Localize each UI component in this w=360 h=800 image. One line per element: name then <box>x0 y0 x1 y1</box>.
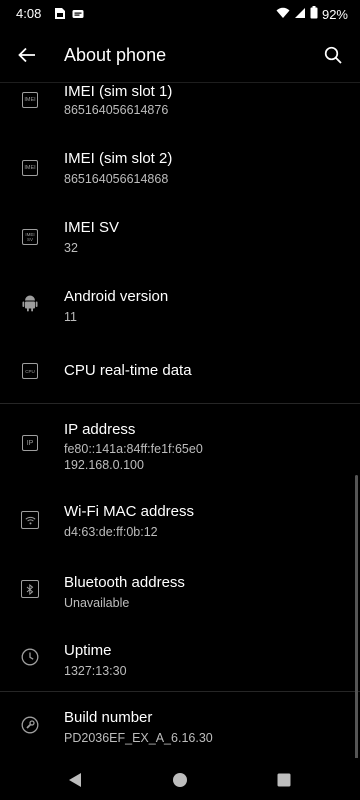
battery-percent: 92% <box>321 6 348 22</box>
nav-recents-button[interactable] <box>274 770 294 790</box>
item-title: Bluetooth address <box>64 574 185 591</box>
nav-back-icon <box>69 773 81 787</box>
item-value: 32 <box>64 241 78 255</box>
item-value: Unavailable <box>64 596 130 610</box>
list-item-wifi-mac-address[interactable]: Wi-Fi MAC address d4:63:de:ff:0b:12 <box>0 490 360 560</box>
list-item-build-number[interactable]: Build number PD2036EF_EX_A_6.16.30 <box>0 692 360 758</box>
list-item-android-version[interactable]: Android version 11 <box>0 273 360 342</box>
back-button[interactable] <box>12 40 42 70</box>
bluetooth-icon <box>21 580 39 598</box>
item-title: Uptime <box>64 642 112 659</box>
search-button[interactable] <box>318 40 348 70</box>
imei-icon: IMEI <box>21 159 39 177</box>
back-arrow-icon <box>18 47 35 63</box>
app-bar: About phone <box>0 28 360 83</box>
sim-icon <box>54 7 66 25</box>
list-item-imei-sv[interactable]: IMEI SV IMEI SV 32 <box>0 204 360 273</box>
cpu-icon: CPU <box>21 362 39 380</box>
status-time: 4:08 <box>16 6 42 21</box>
page-title: About phone <box>64 45 167 65</box>
imei-icon: IMEI <box>21 91 39 109</box>
signal-icon <box>294 7 306 22</box>
item-value: d4:63:de:ff:0b:12 <box>64 525 158 539</box>
item-value: 865164056614876 <box>64 103 169 117</box>
nav-back-button[interactable] <box>65 770 85 790</box>
imei-sv-icon: IMEI SV <box>21 228 39 246</box>
list-item-ip-address[interactable]: IP IP address fe80::141a:84ff:fe1f:65e0 … <box>0 404 360 490</box>
list-item-imei-slot-1[interactable]: IMEI IMEI (sim slot 1) 865164056614876 <box>0 82 360 134</box>
item-title: Wi-Fi MAC address <box>64 503 195 520</box>
list-item-imei-slot-2[interactable]: IMEI IMEI (sim slot 2) 865164056614868 <box>0 134 360 204</box>
item-title: IP address <box>64 421 136 438</box>
navigation-bar <box>0 758 360 800</box>
nav-home-button[interactable] <box>170 770 190 790</box>
item-value: 11 <box>64 310 77 324</box>
item-title: CPU real-time data <box>64 362 192 379</box>
wifi-icon <box>276 7 290 22</box>
item-title: IMEI (sim slot 2) <box>64 150 173 167</box>
item-title: Build number <box>64 709 153 726</box>
scrollbar[interactable] <box>355 475 358 760</box>
android-icon <box>21 294 39 312</box>
nav-home-icon <box>173 773 187 787</box>
item-value: 1327:13:30 <box>64 664 127 678</box>
status-bar: 4:08 92% <box>0 0 360 28</box>
item-title: IMEI SV <box>64 219 120 236</box>
list-item-uptime[interactable]: Uptime 1327:13:30 <box>0 629 360 691</box>
battery-icon <box>310 6 318 22</box>
wifi-icon <box>21 511 39 529</box>
clock-icon <box>21 648 39 666</box>
nav-recents-icon <box>277 773 291 787</box>
about-phone-list: IMEI IMEI (sim slot 1) 865164056614876 I… <box>0 82 360 758</box>
item-value-ipv4: 192.168.0.100 <box>64 458 144 472</box>
list-item-cpu-realtime-data[interactable]: CPU CPU real-time data <box>0 342 360 404</box>
search-icon <box>324 46 342 64</box>
notification-icon <box>72 7 84 25</box>
list-item-bluetooth-address[interactable]: Bluetooth address Unavailable <box>0 560 360 629</box>
item-title: IMEI (sim slot 1) <box>64 83 173 100</box>
item-value: PD2036EF_EX_A_6.16.30 <box>64 731 213 745</box>
wrench-icon <box>21 716 39 734</box>
ip-icon: IP <box>21 434 39 452</box>
item-value-ipv6: fe80::141a:84ff:fe1f:65e0 <box>64 442 203 456</box>
item-value: 865164056614868 <box>64 172 169 186</box>
item-title: Android version <box>64 288 169 305</box>
